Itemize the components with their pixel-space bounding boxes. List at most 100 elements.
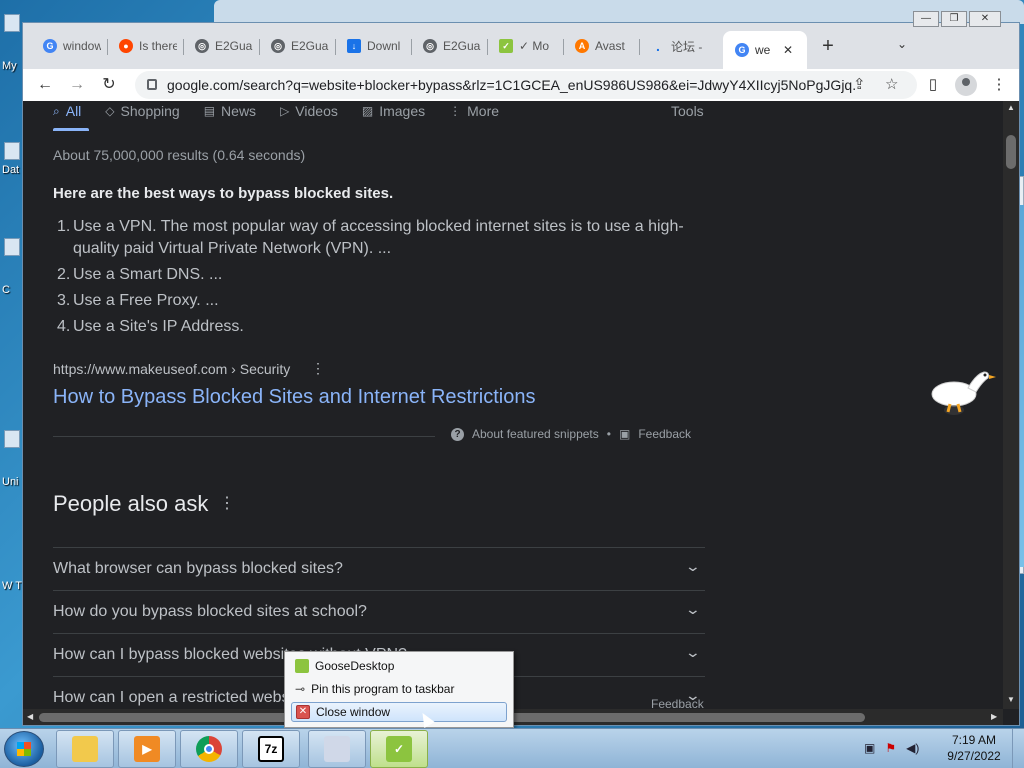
dot-icon: .: [656, 38, 660, 54]
list-item: 2. Use a Smart DNS. ...: [53, 264, 693, 286]
bookmark-star-icon[interactable]: ☆: [885, 75, 898, 93]
desktop-goose[interactable]: [930, 366, 996, 418]
clock-date: 9/27/2022: [947, 749, 1001, 763]
new-tab-button[interactable]: +: [817, 35, 839, 57]
volume-icon[interactable]: ◀): [906, 741, 919, 755]
paa-question-text: How can I open a restricted webs: [53, 689, 290, 706]
jumplist-app-goosedesktop[interactable]: GooseDesktop: [291, 656, 507, 676]
url-text[interactable]: google.com/search?q=website+blocker+bypa…: [167, 77, 857, 93]
tab-label: Is there: [139, 39, 177, 53]
tab-download[interactable]: ↓ Downl: [335, 31, 411, 61]
start-button[interactable]: [4, 731, 44, 767]
scroll-up-icon[interactable]: ▲: [1007, 103, 1015, 112]
search-tab-videos[interactable]: ▷ Videos: [280, 103, 338, 119]
search-tab-all[interactable]: ⌕ All: [53, 103, 81, 119]
image-icon: ▨: [361, 104, 374, 118]
taskbar-media-player[interactable]: ▶: [118, 730, 176, 768]
tools-button[interactable]: Tools: [671, 103, 704, 119]
result-cite[interactable]: https://www.makeuseof.com › Security: [53, 361, 290, 377]
background-window[interactable]: [214, 0, 1024, 24]
taskbar-explorer[interactable]: [56, 730, 114, 768]
list-item: 3. Use a Free Proxy. ...: [53, 290, 693, 312]
reddit-icon: ●: [119, 39, 133, 53]
action-center-icon[interactable]: ⚑: [885, 741, 896, 755]
divider: [53, 436, 435, 437]
media-player-icon: ▶: [134, 736, 160, 762]
desktop-icon-data[interactable]: [4, 142, 20, 160]
tab-e2guardian-3[interactable]: ◎ E2Guar: [411, 31, 487, 61]
result-options-icon[interactable]: ⋮: [311, 360, 325, 377]
desktop-icon[interactable]: [4, 238, 20, 256]
taskbar-paint[interactable]: [308, 730, 366, 768]
chevron-down-icon: ⌄: [684, 644, 702, 660]
search-tab-shopping[interactable]: ◇ Shopping: [105, 103, 179, 119]
show-desktop-button[interactable]: [1012, 729, 1024, 768]
desktop-label: Dat: [2, 164, 20, 176]
tab-e2guardian-2[interactable]: ◎ E2Guar: [259, 31, 335, 61]
about-featured-snippets-link[interactable]: About featured snippets: [472, 427, 599, 441]
jumplist-label: GooseDesktop: [315, 659, 395, 673]
lock-icon[interactable]: [147, 79, 157, 90]
scroll-left-icon[interactable]: ◀: [27, 712, 33, 721]
tab-forum[interactable]: . 论坛 -: [639, 31, 715, 61]
forward-button[interactable]: →: [67, 75, 87, 95]
result-link[interactable]: How to Bypass Blocked Sites and Internet…: [53, 386, 535, 409]
clock[interactable]: 7:19 AM 9/27/2022: [944, 732, 1004, 764]
share-icon[interactable]: ⇪: [853, 75, 866, 93]
search-tab-images[interactable]: ▨ Images: [362, 103, 425, 119]
paa-options-icon[interactable]: ⋮: [219, 493, 235, 513]
globe-icon: ◎: [271, 39, 285, 53]
chevron-down-icon: ⌄: [684, 558, 702, 574]
list-number: 2.: [57, 266, 71, 283]
taskbar-goose-desktop[interactable]: ✓: [370, 730, 428, 768]
taskbar-7zip[interactable]: 7z: [242, 730, 300, 768]
featured-snippet-heading: Here are the best ways to bypass blocked…: [53, 185, 394, 202]
list-number: 4.: [57, 318, 71, 335]
taskbar-chrome[interactable]: [180, 730, 238, 768]
google-icon: G: [43, 39, 57, 53]
desktop-icon[interactable]: [4, 430, 20, 448]
tab-close-icon[interactable]: ✕: [783, 43, 793, 57]
close-button[interactable]: ✕: [969, 11, 1001, 27]
feedback-link[interactable]: Feedback: [638, 427, 691, 441]
list-item: 1. Use a VPN. The most popular way of acc…: [53, 216, 693, 260]
profile-avatar[interactable]: [955, 74, 977, 96]
network-icon[interactable]: ▣: [864, 741, 875, 755]
jumplist-pin-to-taskbar[interactable]: ⊸ Pin this program to taskbar: [291, 679, 507, 699]
help-icon: ?: [451, 427, 464, 441]
paa-question[interactable]: How do you bypass blocked sites at schoo…: [53, 590, 705, 633]
search-tabs: ⌕ All ◇ Shopping ▤ News ▷ Videos ▨ Image…: [53, 103, 499, 119]
paa-question[interactable]: What browser can bypass blocked sites? ⌄: [53, 547, 705, 590]
tab-label: E2Guar: [291, 39, 329, 53]
jumplist-close-window[interactable]: ✕ Close window: [291, 702, 507, 722]
scroll-right-icon[interactable]: ▶: [991, 712, 997, 721]
tab-e2guardian-1[interactable]: ◎ E2Guar: [183, 31, 259, 61]
download-icon: ↓: [347, 39, 361, 53]
search-tab-news[interactable]: ▤ News: [204, 103, 256, 119]
tab-label: window: [63, 39, 101, 53]
address-bar[interactable]: google.com/search?q=website+blocker+bypa…: [135, 71, 917, 99]
menu-kebab-icon[interactable]: ⋮: [989, 75, 1009, 95]
list-number: 3.: [57, 292, 71, 309]
tab-goose-mod[interactable]: ✓ ✓ Mo: [487, 31, 563, 61]
tab-reddit[interactable]: ● Is there: [107, 31, 183, 61]
vertical-scrollbar[interactable]: ▲ ▼: [1003, 101, 1019, 709]
search-tab-more[interactable]: ⋮ More: [449, 103, 499, 119]
minimize-button[interactable]: —: [913, 11, 939, 27]
tab-avast[interactable]: A Avast: [563, 31, 639, 61]
scroll-down-icon[interactable]: ▼: [1007, 695, 1015, 704]
list-text: Use a Free Proxy. ...: [73, 292, 219, 309]
reload-button[interactable]: ↻: [99, 75, 119, 95]
chrome-icon-center: [204, 744, 214, 754]
taskbar-jump-list: GooseDesktop ⊸ Pin this program to taskb…: [284, 651, 514, 728]
paa-feedback-link[interactable]: Feedback: [651, 697, 704, 709]
desktop-icon-my-computer[interactable]: [4, 14, 20, 32]
scrollbar-thumb[interactable]: [1006, 135, 1016, 169]
maximize-button[interactable]: ❐: [941, 11, 967, 27]
desktop-label: Uni: [2, 476, 19, 488]
side-panel-icon[interactable]: ▯: [923, 75, 943, 95]
tab-window[interactable]: G window: [31, 31, 107, 61]
tab-search-chevron-icon[interactable]: ⌄: [897, 37, 907, 51]
back-button[interactable]: ←: [35, 75, 55, 95]
tab-active-search[interactable]: G we ✕: [723, 31, 807, 69]
